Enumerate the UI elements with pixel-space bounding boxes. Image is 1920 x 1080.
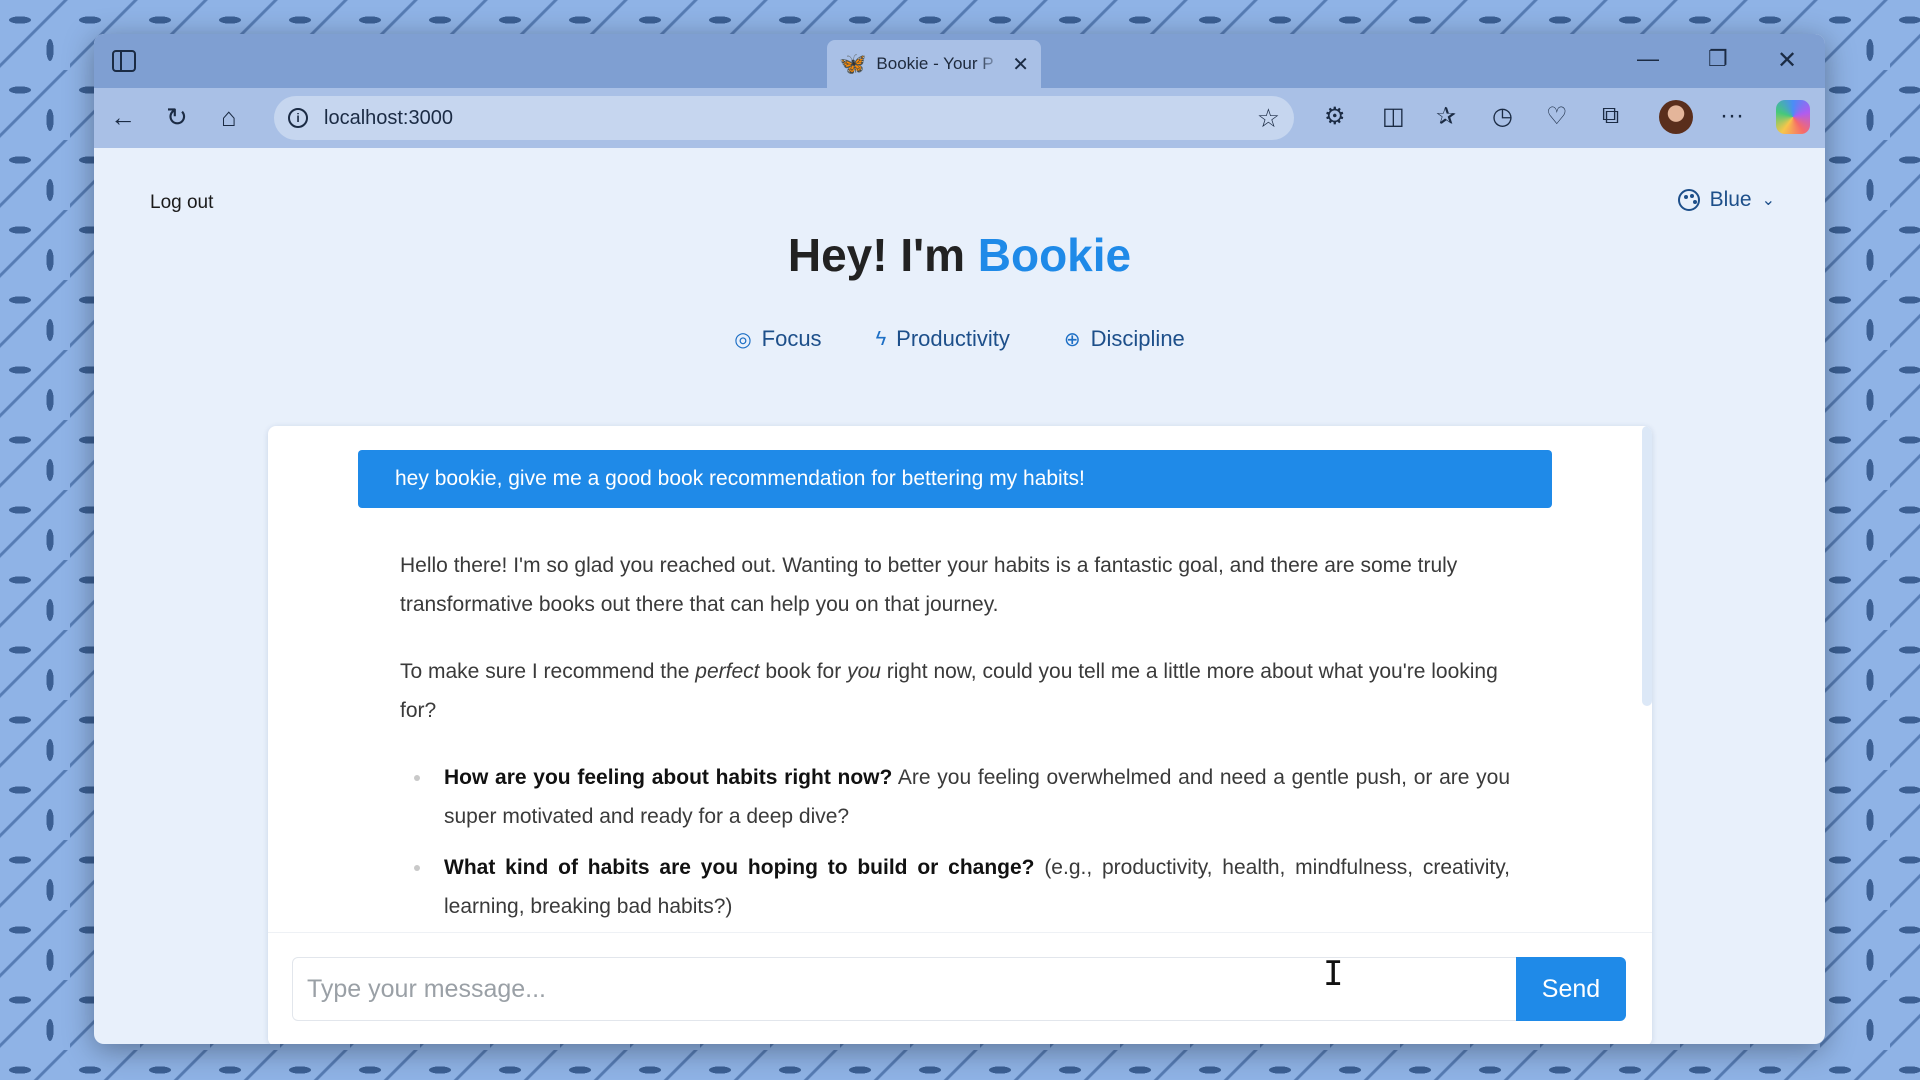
palette-icon	[1677, 189, 1700, 211]
close-tab-icon[interactable]: ✕	[1012, 52, 1029, 77]
back-arrow-icon[interactable]: ←	[110, 102, 136, 133]
butterfly-icon: 🦋	[839, 51, 867, 76]
page-title: Hey! I'm Bookie	[100, 228, 1819, 282]
url-text[interactable]: localhost:3000	[324, 107, 453, 130]
list-item: How are you feeling about habits right n…	[414, 758, 1510, 836]
tag-discipline: ⊕ Discipline	[1064, 326, 1185, 352]
split-screen-icon[interactable]: ◫	[1382, 102, 1405, 131]
logout-link[interactable]: Log out	[150, 192, 213, 214]
restore-icon[interactable]: ❐	[1708, 46, 1728, 72]
bolt-icon: ϟ	[875, 327, 887, 350]
browser-window: 🦋 Bookie - Your P ✕ — ❐ ✕ ← ↻ ⌂ i localh…	[94, 34, 1825, 1044]
more-options-icon[interactable]: ···	[1720, 102, 1744, 130]
tag-focus: ◎ Focus	[734, 326, 821, 352]
message-composer: Send	[268, 932, 1652, 1044]
bot-emphasis: perfect	[695, 660, 760, 683]
bot-text: To make sure I recommend the	[400, 660, 696, 683]
tab-title: Bookie - Your P	[876, 54, 994, 73]
bot-paragraph: To make sure I recommend the perfect boo…	[400, 652, 1510, 730]
send-button[interactable]: Send	[1516, 957, 1626, 1021]
bot-text: book for	[759, 660, 848, 683]
tag-label: Discipline	[1090, 326, 1185, 351]
tag-productivity: ϟ Productivity	[876, 326, 1010, 352]
list-item: What kind of habits are you hoping to bu…	[414, 848, 1510, 926]
copilot-icon[interactable]	[1776, 100, 1810, 134]
sidebar-toggle-icon[interactable]	[112, 50, 136, 72]
brand-name: Bookie	[977, 229, 1132, 281]
home-icon[interactable]: ⌂	[221, 102, 237, 133]
extensions-icon[interactable]: ⚙	[1324, 102, 1346, 131]
text-cursor-icon: I	[1323, 954, 1344, 994]
address-bar[interactable]: i localhost:3000 ☆	[274, 96, 1294, 140]
theme-selector[interactable]: Blue ⌄	[1677, 188, 1775, 212]
bot-emphasis: you	[847, 660, 881, 683]
bot-paragraph: Hello there! I'm so glad you reached out…	[400, 554, 1458, 616]
minimize-icon[interactable]: —	[1637, 46, 1659, 72]
bot-question-list: How are you feeling about habits right n…	[400, 758, 1510, 926]
brain-icon: ⊕	[1063, 328, 1081, 351]
user-message: hey bookie, give me a good book recommen…	[358, 450, 1552, 508]
chevron-down-icon: ⌄	[1761, 192, 1775, 209]
chat-scrollbar[interactable]	[1642, 426, 1652, 706]
profile-avatar[interactable]	[1659, 100, 1693, 134]
bot-message: Hello there! I'm so glad you reached out…	[400, 546, 1510, 932]
chat-history[interactable]: hey bookie, give me a good book recommen…	[268, 426, 1652, 932]
bullet-bold: How are you feeling about habits right n…	[444, 766, 893, 789]
close-window-icon[interactable]: ✕	[1777, 46, 1797, 75]
chat-card: hey bookie, give me a good book recommen…	[268, 426, 1652, 1044]
bullet-bold: What kind of habits are you hoping to bu…	[444, 856, 1035, 879]
theme-label: Blue	[1709, 188, 1752, 211]
favorites-icon[interactable]: ✰	[1436, 102, 1456, 131]
tag-label: Productivity	[896, 326, 1010, 351]
title-prefix: Hey! I'm	[787, 229, 978, 281]
health-icon[interactable]: ♡	[1546, 102, 1568, 131]
history-icon[interactable]: ◷	[1492, 102, 1513, 131]
reload-icon[interactable]: ↻	[166, 102, 188, 133]
tag-label: Focus	[761, 326, 822, 351]
screenshot-icon[interactable]: ⧉	[1602, 102, 1619, 130]
target-icon: ◎	[734, 328, 752, 351]
site-info-icon[interactable]: i	[288, 108, 308, 128]
tagline: ◎ Focus ϟ Productivity ⊕ Discipline	[100, 326, 1819, 352]
browser-toolbar: ← ↻ ⌂ i localhost:3000 ☆ ⚙ ◫ ✰ ◷ ♡ ⧉ ···	[94, 88, 1825, 148]
title-bar: 🦋 Bookie - Your P ✕ — ❐ ✕	[94, 34, 1825, 88]
browser-tab[interactable]: 🦋 Bookie - Your P ✕	[827, 40, 1041, 88]
favorite-star-icon[interactable]: ☆	[1257, 103, 1280, 134]
app-page: Log out Blue ⌄ Hey! I'm Bookie ◎ Focus ϟ…	[100, 150, 1819, 1044]
